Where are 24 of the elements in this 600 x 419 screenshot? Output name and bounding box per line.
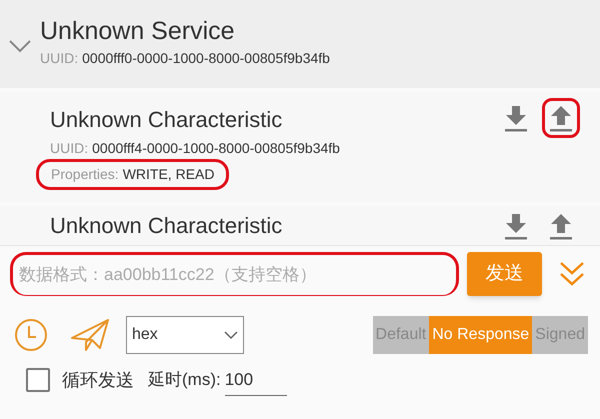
- write-type-tab[interactable]: No Response: [429, 316, 532, 354]
- uuid-value: 0000fff0-0000-1000-8000-00805f9b34fb: [82, 49, 330, 68]
- characteristic-title: Unknown Characteristic: [50, 106, 282, 134]
- properties-label: Properties:: [51, 165, 119, 184]
- uuid-value: 0000fff4-0000-1000-8000-00805f9b34fb: [92, 139, 340, 158]
- caret-icon: [224, 330, 238, 340]
- service-title: Unknown Service: [40, 16, 236, 46]
- format-dropdown[interactable]: hex: [126, 316, 244, 354]
- upload-icon[interactable]: [542, 98, 580, 138]
- paper-plane-icon[interactable]: [70, 318, 110, 352]
- properties-value: WRITE, READ: [122, 165, 214, 184]
- uuid-label: UUID:: [50, 139, 88, 158]
- uuid-label: UUID:: [40, 49, 78, 68]
- loop-send-checkbox[interactable]: [26, 368, 50, 392]
- characteristic-title: Unknown Characteristic: [50, 212, 282, 240]
- clock-icon[interactable]: [14, 318, 48, 352]
- chevron-down-icon[interactable]: [8, 38, 32, 54]
- data-input-field[interactable]: 数据格式：aa00bb11cc22（支持空格）: [10, 252, 459, 296]
- send-button[interactable]: 发送: [466, 252, 542, 296]
- loop-send-label: 循环发送: [62, 368, 134, 392]
- delay-input-field[interactable]: 100: [224, 364, 287, 396]
- download-icon[interactable]: [504, 104, 528, 132]
- delay-label: 延时(ms):: [148, 369, 221, 392]
- download-icon[interactable]: [504, 212, 528, 240]
